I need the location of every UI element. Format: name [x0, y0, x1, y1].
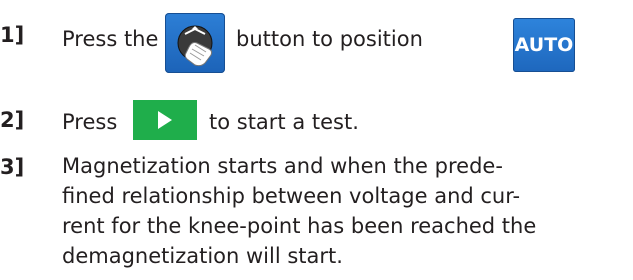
step-text: button to position — [236, 27, 423, 51]
rotary-knob-hand-icon — [177, 25, 213, 67]
auto-position-button[interactable]: AUTO — [513, 18, 575, 72]
play-icon — [158, 111, 172, 129]
rotary-knob-button[interactable] — [165, 13, 225, 73]
paragraph-line: Magnetization starts and when the prede- — [62, 154, 503, 178]
step-number: 1] — [0, 23, 25, 47]
paragraph-line: fined relationship between voltage and c… — [62, 184, 521, 208]
step-text: Press the — [62, 27, 159, 51]
step-3: 3] Magnetization starts and when the pre… — [0, 154, 633, 280]
step-number: 2] — [0, 108, 25, 132]
step-number: 3] — [0, 155, 25, 179]
start-test-button[interactable] — [133, 100, 197, 140]
paragraph-line: demagnetization will start. — [62, 244, 343, 268]
step-paragraph: Magnetization starts and when the prede-… — [62, 151, 627, 271]
paragraph-line: rent for the knee-point has been reached… — [62, 214, 537, 238]
step-text: Press — [62, 110, 118, 134]
step-1: 1] Press the button to position AUTO — [0, 13, 633, 75]
step-2: 2] Press to start a test. — [0, 100, 633, 146]
step-text: to start a test. — [209, 110, 359, 134]
